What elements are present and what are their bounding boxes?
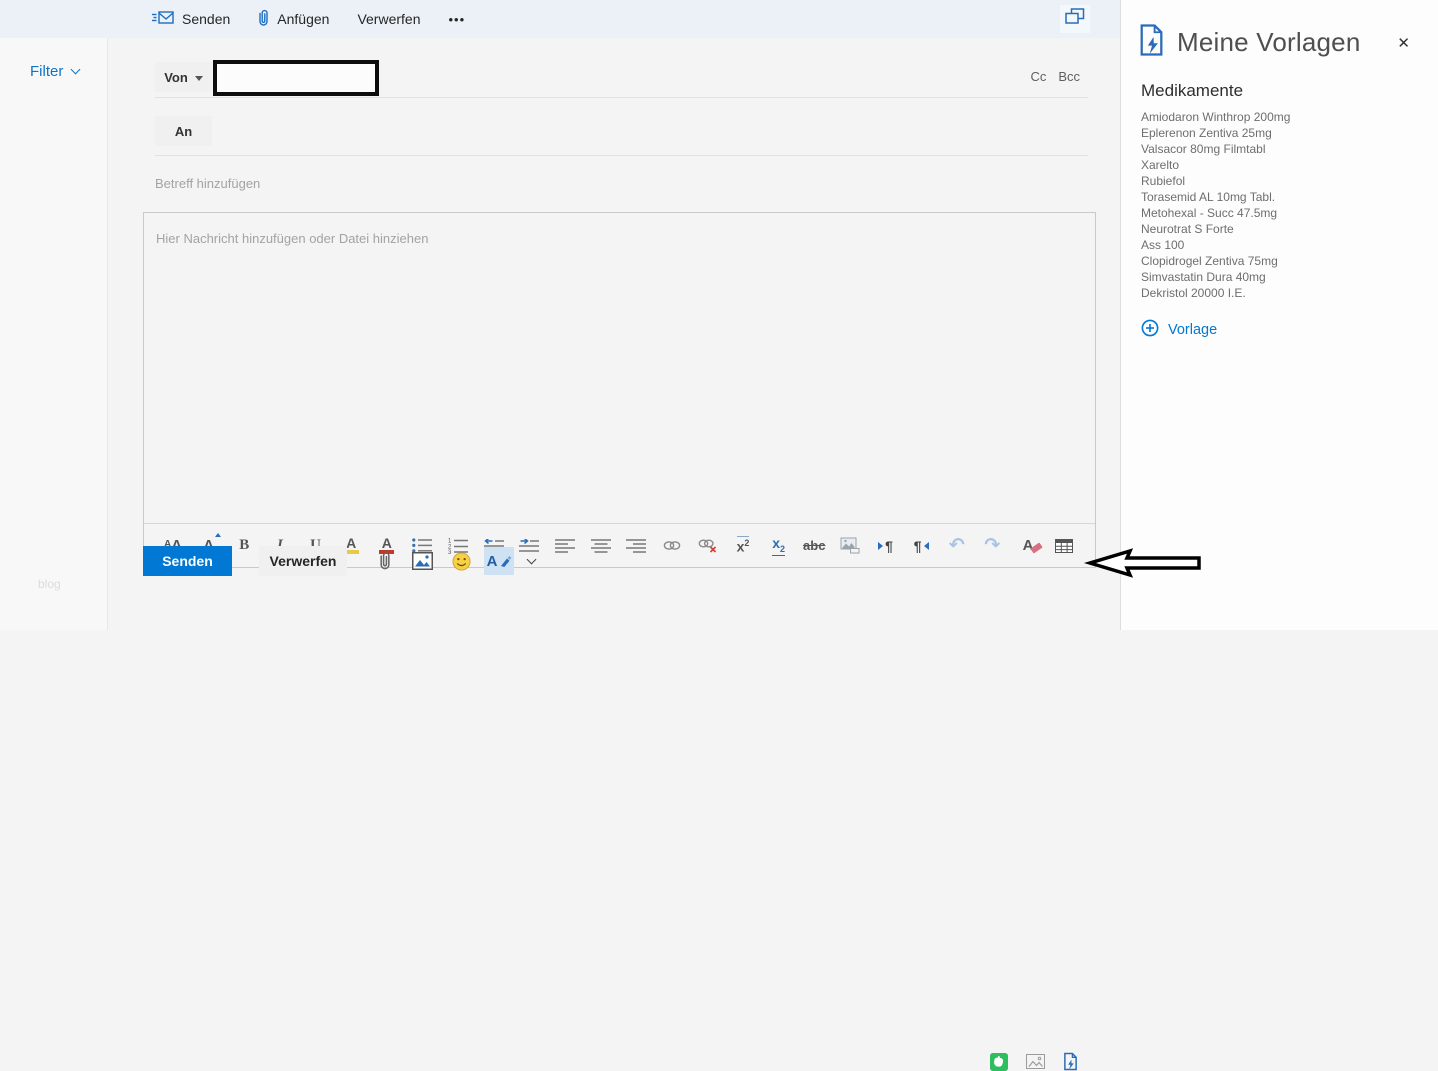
evernote-addin-button[interactable]	[990, 1053, 1008, 1071]
template-list-item[interactable]: Clopidrogel Zentiva 75mg	[1141, 253, 1438, 269]
gray-image-icon	[1026, 1054, 1045, 1069]
outlook-compose-window: Senden Anfügen Verwerfen ••• Filter	[0, 0, 1438, 630]
to-field-button[interactable]: An	[155, 116, 212, 146]
panel-header: Meine Vorlagen	[1121, 0, 1438, 61]
watermark-text: blog	[38, 577, 61, 591]
dropdown-triangle-icon	[195, 76, 203, 81]
my-templates-icon	[1138, 24, 1165, 61]
my-templates-addin-button[interactable]	[1063, 1052, 1078, 1071]
brush-icon	[500, 555, 511, 567]
cc-bcc-group: Cc Bcc	[1030, 69, 1080, 84]
template-list-item[interactable]: Rubiefol	[1141, 173, 1438, 189]
left-sidebar: Filter blog	[0, 38, 108, 630]
template-list-item[interactable]: Torasemid AL 10mg Tabl.	[1141, 189, 1438, 205]
add-template-label: Vorlage	[1168, 322, 1217, 338]
template-list-item[interactable]: Dekristol 20000 I.E.	[1141, 285, 1438, 301]
template-doc-lightning-icon	[1063, 1052, 1078, 1071]
bottom-action-bar: Senden Verwerfen A	[143, 545, 1120, 577]
send-envelope-icon	[152, 10, 174, 28]
compose-toolbar: Senden Anfügen Verwerfen •••	[0, 0, 1120, 38]
emoji-button[interactable]	[452, 552, 471, 571]
style-options-button[interactable]: A	[484, 547, 514, 575]
to-label: An	[175, 124, 192, 139]
message-body-input[interactable]: Hier Nachricht hinzufügen oder Datei hin…	[143, 212, 1096, 568]
open-in-new-window-button[interactable]	[1060, 5, 1090, 33]
hand-drawn-arrow-annotation	[1083, 548, 1203, 578]
more-format-chevron-icon[interactable]	[527, 555, 537, 565]
cc-button[interactable]: Cc	[1030, 69, 1046, 84]
template-list-item[interactable]: Metohexal - Succ 47.5mg	[1141, 205, 1438, 221]
send-button[interactable]: Senden	[143, 546, 232, 576]
filter-label: Filter	[30, 63, 63, 80]
medication-template-list: Amiodaron Winthrop 200mgEplerenon Zentiv…	[1121, 101, 1438, 301]
discard-button-top[interactable]: Verwerfen	[357, 11, 420, 27]
paperclip-icon	[379, 550, 391, 572]
template-list-item[interactable]: Amiodaron Winthrop 200mg	[1141, 109, 1438, 125]
picture-icon	[412, 552, 433, 570]
my-templates-panel: Meine Vorlagen ✕ Medikamente Amiodaron W…	[1120, 0, 1438, 630]
discard-button[interactable]: Verwerfen	[259, 546, 347, 576]
redacted-sender-address	[213, 60, 379, 96]
template-list-item[interactable]: Eplerenon Zentiva 25mg	[1141, 125, 1438, 141]
divider	[155, 155, 1088, 156]
close-panel-button[interactable]: ✕	[1397, 34, 1410, 52]
filter-button[interactable]: Filter	[30, 63, 79, 80]
popout-icon	[1065, 8, 1085, 30]
template-list-item[interactable]: Ass 100	[1141, 237, 1438, 253]
image-addin-button[interactable]	[1026, 1054, 1045, 1069]
evernote-icon	[990, 1053, 1008, 1071]
addin-icons	[990, 1052, 1078, 1071]
template-section-title: Medikamente	[1121, 61, 1438, 101]
more-options-icon[interactable]: •••	[449, 12, 466, 27]
attach-button-top[interactable]: Anfügen	[258, 8, 329, 31]
send-button-top[interactable]: Senden	[152, 10, 230, 28]
from-label: Von	[164, 70, 188, 85]
plus-circle-icon	[1141, 319, 1159, 341]
send-label: Senden	[182, 11, 230, 27]
insert-picture-button[interactable]	[412, 552, 433, 570]
smiley-icon	[452, 552, 471, 571]
add-template-button[interactable]: Vorlage	[1141, 319, 1438, 341]
template-list-item[interactable]: Valsacor 80mg Filmtabl	[1141, 141, 1438, 157]
attach-label: Anfügen	[277, 11, 329, 27]
discard-label: Verwerfen	[357, 11, 420, 27]
subject-input[interactable]: Betreff hinzufügen	[155, 176, 1080, 191]
panel-title: Meine Vorlagen	[1177, 27, 1360, 58]
template-list-item[interactable]: Neurotrat S Forte	[1141, 221, 1438, 237]
attach-file-button[interactable]	[379, 550, 391, 572]
chevron-down-icon	[71, 65, 81, 75]
compose-area: Von Cc Bcc An Betreff hinzufügen Hier Na…	[108, 38, 1120, 630]
body-placeholder: Hier Nachricht hinzufügen oder Datei hin…	[156, 231, 428, 246]
bcc-button[interactable]: Bcc	[1058, 69, 1080, 84]
from-field-button[interactable]: Von	[155, 62, 212, 92]
paperclip-icon	[258, 8, 269, 31]
template-list-item[interactable]: Simvastatin Dura 40mg	[1141, 269, 1438, 285]
template-list-item[interactable]: Xarelto	[1141, 157, 1438, 173]
divider	[155, 97, 1088, 98]
